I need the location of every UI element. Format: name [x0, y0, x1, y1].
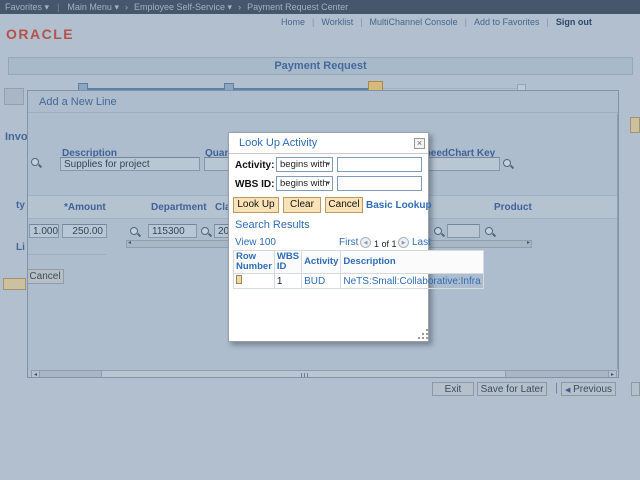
amount-cell-field[interactable]: 250.00 [62, 224, 107, 238]
breadcrumb-payment-request-center[interactable]: Payment Request Center [247, 2, 348, 12]
product-column-header: Product [494, 202, 532, 213]
pager-next-icon[interactable]: ▶ [398, 237, 409, 248]
table-row[interactable]: 1 BUD NeTS:Small:Collaborative:Infra [233, 273, 484, 289]
search-results-heading: Search Results [235, 219, 310, 231]
page-title: Payment Request [8, 57, 633, 75]
wbs-id-header: WBS ID [273, 250, 303, 274]
wbs-operator-select[interactable]: begins with ▾ [276, 176, 333, 191]
chevron-down-icon: ▾ [326, 161, 330, 168]
dialog-titlebar: Look Up Activity × [229, 133, 428, 154]
pager-last-link[interactable]: Last [412, 237, 431, 248]
department-column-header: Department [151, 202, 207, 213]
lookup-icon[interactable] [433, 226, 445, 238]
divider [546, 17, 548, 27]
chevron-down-icon: ▾ [326, 180, 330, 187]
screen: Favorites ▾ Main Menu ▾ › Employee Self-… [0, 0, 640, 480]
department-cell-field[interactable]: 115300 [148, 224, 197, 238]
lookup-icon[interactable] [484, 226, 496, 238]
chevron-down-icon: ▾ [227, 1, 233, 12]
row-select-icon[interactable] [236, 275, 242, 284]
activity-label: Activity: [235, 160, 275, 171]
table-header-row: Row Number WBS ID Activity Description [233, 250, 484, 274]
description-field[interactable]: Supplies for project [60, 157, 200, 171]
lookup-icon[interactable] [200, 226, 212, 238]
divider [360, 17, 362, 27]
horizontal-scroll-thumb[interactable] [101, 370, 506, 377]
cancel-button[interactable]: Cancel [325, 197, 363, 213]
add-to-favorites-link[interactable]: Add to Favorites [474, 17, 540, 27]
breadcrumb-bar: Favorites ▾ Main Menu ▾ › Employee Self-… [0, 0, 640, 14]
home-link[interactable]: Home [281, 17, 305, 27]
wbs-id-cell: 1 [273, 273, 303, 289]
activity-operator-select[interactable]: begins with ▾ [276, 157, 333, 172]
line-label-fragment: Li [16, 242, 25, 253]
scroll-left-icon[interactable]: ◂ [31, 370, 40, 377]
row-number-header: Row Number [233, 250, 275, 274]
activity-link-cell[interactable]: BUD [301, 273, 342, 289]
chevron-down-icon: ▾ [114, 1, 119, 12]
exit-button[interactable]: Exit [432, 382, 474, 396]
vertical-scroll-thumb[interactable] [617, 228, 618, 244]
favorites-menu[interactable]: Favorites ▾ [5, 2, 49, 13]
activity-input[interactable] [337, 157, 422, 172]
dialog-title: Look Up Activity [239, 137, 318, 149]
page-fragment-box [4, 88, 24, 105]
scroll-right-icon[interactable]: ▸ [527, 239, 530, 246]
invoice-section-label-fragment: Invo [5, 131, 28, 143]
lookup-activity-dialog: Look Up Activity × Activity: begins with… [228, 132, 484, 342]
wbs-input[interactable] [337, 176, 422, 191]
speedchart-key-field[interactable] [417, 157, 500, 171]
search-results-table: Row Number WBS ID Activity Description 1… [233, 250, 484, 289]
breadcrumb-employee-self-service[interactable]: Employee Self-Service ▾ [134, 2, 232, 13]
previous-arrow-icon: ◀ [564, 387, 571, 394]
progress-line-future [380, 88, 522, 89]
divider [57, 2, 59, 12]
lookup-icon[interactable] [502, 158, 514, 170]
next-button-fragment[interactable] [631, 382, 640, 396]
description-link-cell[interactable]: NeTS:Small:Collaborative:Infra [340, 273, 484, 289]
scroll-up-icon[interactable]: ▴ [617, 114, 618, 123]
divider: | [555, 382, 558, 394]
divider [28, 254, 106, 255]
previous-button[interactable]: ◀ Previous [561, 382, 616, 396]
quantity-header-fragment: ty [16, 200, 25, 211]
modal-title: Add a New Line [28, 91, 618, 113]
sign-out-link[interactable]: Sign out [556, 17, 592, 27]
save-for-later-button[interactable]: Save for Later [477, 382, 547, 396]
activity-header: Activity [301, 250, 342, 274]
page-button-fragment-right[interactable] [630, 117, 640, 133]
breadcrumb-chevron-icon: › [124, 2, 128, 12]
amount-column-header: *Amount [64, 202, 106, 213]
view-100-link[interactable]: View 100 [235, 237, 276, 248]
lookup-icon[interactable] [129, 226, 141, 238]
main-menu[interactable]: Main Menu ▾ [67, 2, 119, 13]
worklist-link[interactable]: Worklist [321, 17, 353, 27]
product-cell-field[interactable] [447, 224, 480, 238]
scroll-right-icon[interactable]: ▸ [608, 370, 617, 377]
divider [465, 17, 467, 27]
description-header: Description [340, 250, 484, 274]
pager-prev-icon[interactable]: ◀ [360, 237, 371, 248]
modal-cancel-button[interactable]: Cancel [28, 269, 64, 284]
resize-grip-icon[interactable] [418, 329, 428, 339]
clear-button[interactable]: Clear [283, 197, 321, 213]
row-number-cell[interactable] [233, 273, 275, 289]
look-up-button[interactable]: Look Up [233, 197, 279, 213]
breadcrumb-chevron-icon: › [238, 2, 242, 12]
lookup-icon[interactable] [30, 157, 42, 169]
divider [312, 17, 314, 27]
portal-links: Home Worklist MultiChannel Console Add t… [281, 17, 592, 27]
scroll-down-icon[interactable]: ▾ [617, 359, 618, 368]
pager-first-link[interactable]: First [339, 237, 358, 248]
page-button-fragment[interactable] [3, 278, 26, 290]
oracle-logo: ORACLE [6, 26, 75, 42]
close-icon[interactable]: × [414, 138, 425, 149]
quantity-cell-field[interactable]: 1.0000 [29, 224, 59, 238]
pager-counter: 1 of 1 [374, 239, 397, 249]
multichannel-console-link[interactable]: MultiChannel Console [370, 17, 458, 27]
chevron-down-icon: ▾ [44, 1, 50, 12]
scroll-left-icon[interactable]: ◂ [128, 239, 131, 246]
basic-lookup-link[interactable]: Basic Lookup [366, 200, 432, 211]
wbs-id-label: WBS ID: [235, 179, 275, 190]
